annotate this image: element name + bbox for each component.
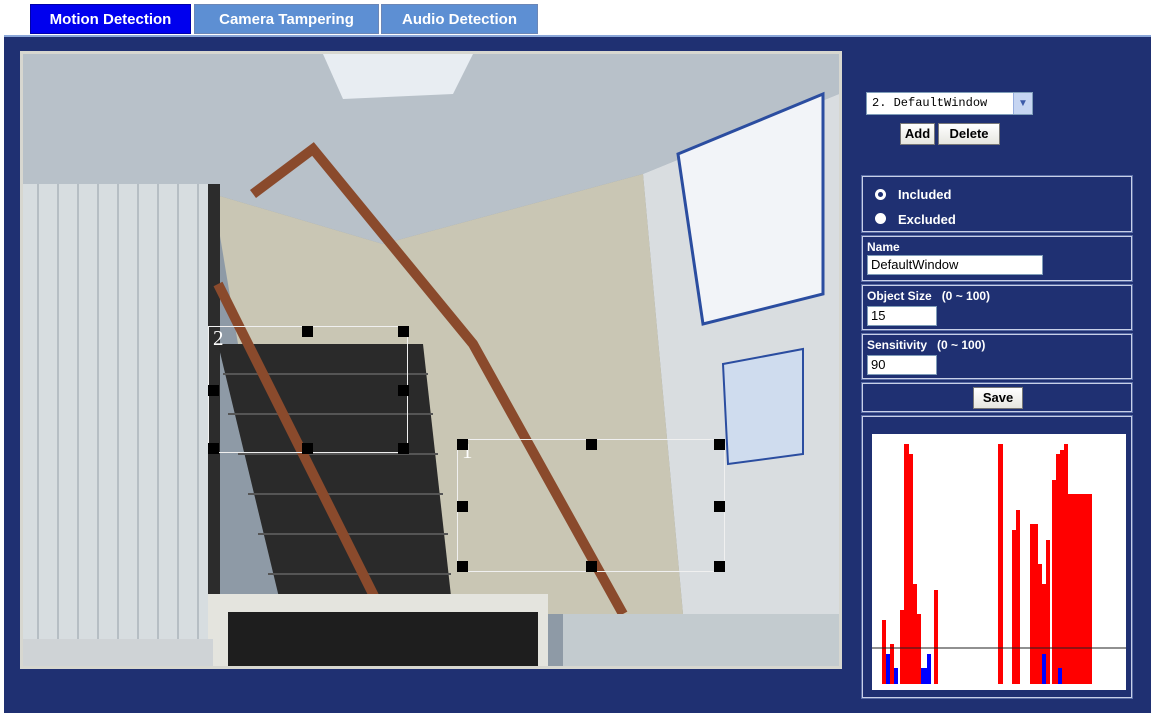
tab-motion-detection[interactable]: Motion Detection (30, 4, 191, 34)
tab-audio-detection[interactable]: Audio Detection (381, 4, 538, 34)
motion-activity-svg (872, 444, 1126, 684)
resize-handle[interactable] (714, 561, 725, 572)
name-label: Name (867, 240, 900, 254)
resize-handle[interactable] (714, 501, 725, 512)
save-button[interactable]: Save (973, 387, 1023, 409)
resize-handle[interactable] (398, 385, 409, 396)
window-number: 2 (213, 326, 224, 350)
object-size-field[interactable]: 15 (867, 306, 937, 326)
chevron-down-icon[interactable]: ▼ (1013, 93, 1032, 114)
mode-box: Included Excluded (861, 175, 1133, 233)
resize-handle[interactable] (302, 326, 313, 337)
name-field[interactable]: DefaultWindow (867, 255, 1043, 275)
window-select[interactable]: 2. DefaultWindow ▼ (866, 92, 1033, 115)
delete-button[interactable]: Delete (938, 123, 1000, 145)
resize-handle[interactable] (457, 439, 468, 450)
sensitivity-box: Sensitivity (0 ~ 100) 90 (861, 333, 1133, 380)
resize-handle[interactable] (302, 443, 313, 454)
included-label: Included (898, 187, 952, 202)
resize-handle[interactable] (398, 326, 409, 337)
excluded-radio[interactable] (875, 213, 886, 224)
resize-handle[interactable] (398, 443, 409, 454)
save-box: Save (861, 382, 1133, 413)
detection-window-1[interactable]: 1 (457, 439, 725, 572)
camera-scene (23, 54, 839, 666)
motion-activity-graph (872, 434, 1126, 690)
included-radio[interactable] (875, 189, 886, 200)
excluded-label: Excluded (898, 212, 956, 227)
object-size-label: Object Size (0 ~ 100) (867, 289, 991, 303)
sensitivity-label: Sensitivity (0 ~ 100) (867, 338, 986, 352)
sensitivity-field[interactable]: 90 (867, 355, 937, 375)
detection-window-2[interactable]: 2 (208, 326, 409, 454)
name-box: Name DefaultWindow (861, 235, 1133, 282)
resize-handle[interactable] (457, 501, 468, 512)
resize-handle[interactable] (586, 561, 597, 572)
resize-handle[interactable] (457, 561, 468, 572)
add-button[interactable]: Add (900, 123, 935, 145)
camera-view[interactable]: 2 1 (20, 51, 842, 669)
resize-handle[interactable] (208, 385, 219, 396)
tab-camera-tampering[interactable]: Camera Tampering (194, 4, 379, 34)
object-size-box: Object Size (0 ~ 100) 15 (861, 284, 1133, 331)
resize-handle[interactable] (714, 439, 725, 450)
window-select-value: 2. DefaultWindow (872, 96, 988, 110)
resize-handle[interactable] (208, 443, 219, 454)
resize-handle[interactable] (586, 439, 597, 450)
